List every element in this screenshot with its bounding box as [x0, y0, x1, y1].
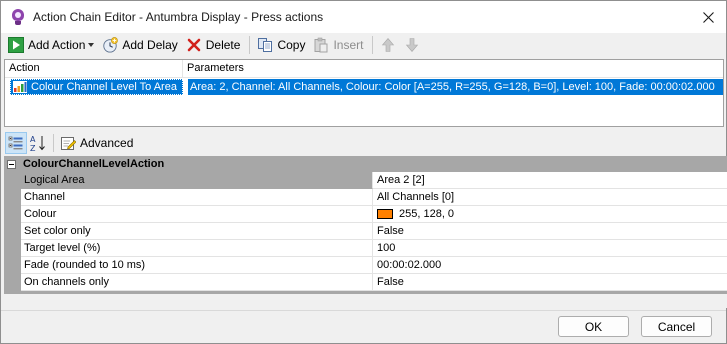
action-list-header: Action Parameters [5, 60, 723, 78]
main-toolbar: Add Action Add Delay Delete Copy Insert [1, 33, 726, 57]
copy-label: Copy [277, 38, 306, 52]
property-row-fade[interactable]: Fade (rounded to 10 ms) 00:00:02.000 [4, 257, 727, 274]
move-up-button[interactable] [377, 34, 399, 56]
property-name: Target level (%) [21, 240, 373, 257]
sort-az-icon: A Z [30, 135, 45, 152]
property-row-on-channels-only[interactable]: On channels only False [4, 274, 727, 291]
window-title: Action Chain Editor - Antumbra Display -… [33, 10, 324, 24]
property-name: Channel [21, 189, 373, 206]
app-bulb-icon [10, 9, 26, 25]
add-action-button[interactable]: Add Action [5, 34, 97, 56]
property-value[interactable]: False [373, 274, 727, 291]
copy-icon [258, 38, 273, 52]
toolbar-separator [372, 36, 374, 54]
property-row-target-level[interactable]: Target level (%) 100 [4, 240, 727, 257]
property-name: Fade (rounded to 10 ms) [21, 257, 373, 274]
colour-value-text: 255, 128, 0 [399, 208, 455, 220]
property-description-area [4, 294, 727, 308]
categorized-view-button[interactable] [5, 132, 27, 154]
copy-button[interactable]: Copy [254, 34, 308, 56]
delete-x-icon [187, 38, 201, 52]
property-name: On channels only [21, 274, 373, 291]
action-cell[interactable]: Colour Channel Level To Area [10, 79, 183, 95]
add-delay-label: Add Delay [122, 38, 178, 52]
parameters-cell[interactable]: Area: 2, Channel: All Channels, Colour: … [188, 79, 723, 95]
insert-label: Insert [333, 38, 364, 52]
property-row-colour[interactable]: Colour 255, 128, 0 [4, 206, 727, 223]
property-row-channel[interactable]: Channel All Channels [0] [4, 189, 727, 206]
advanced-button[interactable]: Advanced [58, 132, 135, 154]
alphabetical-view-button[interactable]: A Z [27, 132, 49, 154]
category-label: ColourChannelLevelAction [23, 158, 165, 170]
cancel-button[interactable]: Cancel [641, 316, 712, 337]
property-row-logical-area[interactable]: Logical Area Area 2 [2] [4, 172, 727, 189]
property-name: Set color only [21, 223, 373, 240]
svg-text:A: A [30, 135, 36, 144]
list-item[interactable]: Colour Channel Level To Area Area: 2, Ch… [5, 79, 723, 97]
property-row-set-color-only[interactable]: Set color only False [4, 223, 727, 240]
paste-insert-icon [314, 37, 328, 53]
dropdown-arrow-icon[interactable] [88, 43, 95, 47]
delete-label: Delete [205, 38, 241, 52]
property-grid-toolbar: A Z Advanced [1, 130, 726, 156]
categorized-icon [8, 136, 23, 150]
move-down-button[interactable] [401, 34, 423, 56]
collapse-minus-icon[interactable] [7, 159, 16, 169]
toolbar-separator [53, 134, 54, 152]
toolbar-separator [249, 36, 251, 54]
column-header-action[interactable]: Action [5, 60, 183, 77]
action-name: Colour Channel Level To Area [31, 81, 177, 93]
play-add-icon [8, 37, 24, 53]
bar-chart-icon [13, 81, 27, 93]
insert-button[interactable]: Insert [310, 34, 366, 56]
property-grid[interactable]: ColourChannelLevelAction Logical Area Ar… [4, 156, 727, 294]
add-delay-button[interactable]: Add Delay [99, 34, 180, 56]
title-bar: Action Chain Editor - Antumbra Display -… [1, 1, 726, 33]
action-list[interactable]: Action Parameters Colour Channel Level T… [4, 59, 724, 127]
property-name: Colour [21, 206, 373, 223]
svg-text:Z: Z [30, 144, 36, 152]
close-button[interactable] [698, 7, 718, 27]
arrow-down-icon [406, 38, 419, 52]
arrow-up-icon [382, 38, 395, 52]
property-value[interactable]: All Channels [0] [373, 189, 727, 206]
advanced-label: Advanced [80, 136, 134, 150]
property-value-colour[interactable]: 255, 128, 0 [373, 206, 727, 223]
edit-pencil-icon [61, 137, 76, 150]
colour-swatch [377, 209, 393, 219]
property-value[interactable]: Area 2 [2] [373, 172, 727, 189]
close-icon [702, 11, 714, 23]
add-action-label: Add Action [28, 38, 86, 52]
property-value[interactable]: 00:00:02.000 [373, 257, 727, 274]
property-name: Logical Area [21, 172, 373, 189]
delete-button[interactable]: Delete [183, 34, 244, 56]
column-header-parameters[interactable]: Parameters [183, 60, 723, 77]
clock-add-icon [103, 37, 119, 53]
property-value[interactable]: False [373, 223, 727, 240]
property-value[interactable]: 100 [373, 240, 727, 257]
ok-button[interactable]: OK [558, 316, 629, 337]
property-category[interactable]: ColourChannelLevelAction [4, 156, 727, 172]
action-chain-editor-window: Action Chain Editor - Antumbra Display -… [0, 0, 727, 344]
divider [1, 310, 726, 311]
